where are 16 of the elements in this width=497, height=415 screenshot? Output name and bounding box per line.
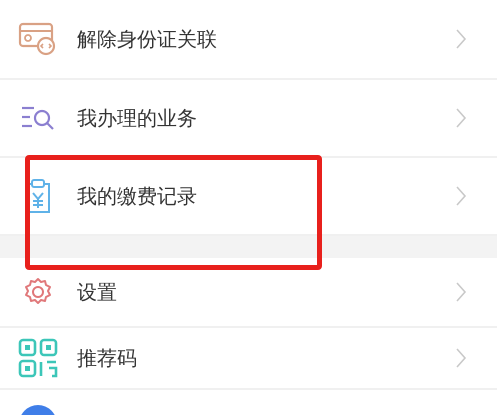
chevron-icon — [455, 107, 467, 129]
menu-item[interactable]: 解除身份证关联 — [0, 0, 497, 80]
menu-item[interactable]: 我办理的业务 — [0, 80, 497, 158]
menu-item[interactable]: 推荐码 — [0, 328, 497, 390]
menu-label: 解除身份证关联 — [77, 26, 218, 52]
menu-label: 设置 — [77, 278, 118, 306]
chevron-icon — [455, 28, 467, 50]
chevron-icon — [455, 281, 467, 303]
menu-label: 推荐码 — [77, 344, 138, 372]
menu-item[interactable]: 设置 — [0, 258, 497, 328]
chevron-icon — [455, 185, 467, 207]
menu-label: 我的缴费记录 — [77, 182, 198, 210]
qr-code-icon — [18, 338, 58, 378]
id-card-icon — [18, 22, 58, 56]
menu-label: 我办理的业务 — [77, 104, 198, 132]
chevron-icon — [455, 347, 467, 369]
